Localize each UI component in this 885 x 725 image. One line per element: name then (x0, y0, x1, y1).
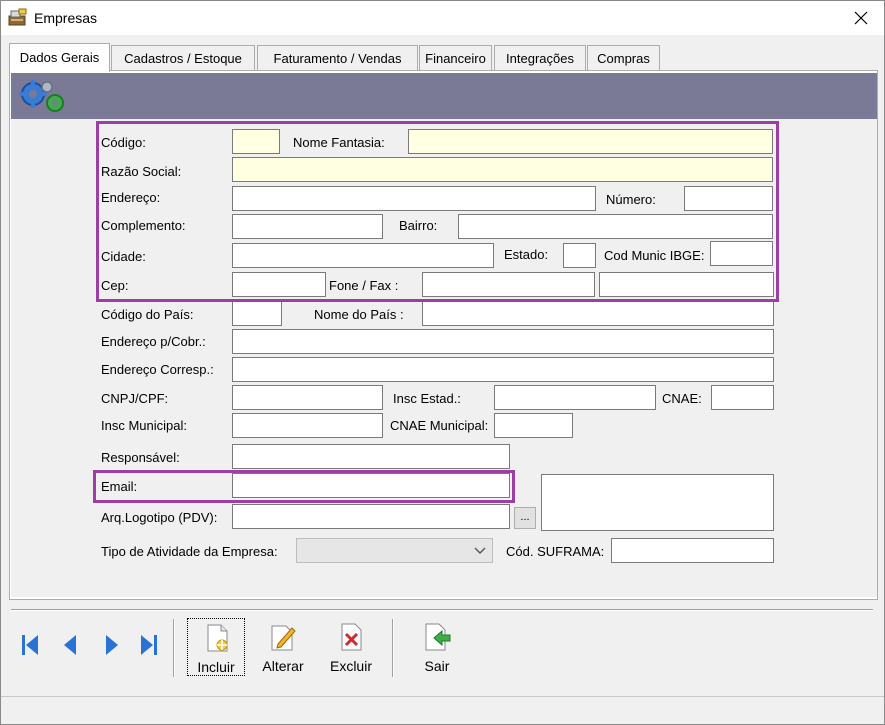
cash-register-icon (8, 8, 27, 26)
cnae-label: CNAE: (662, 391, 702, 406)
edit-pencil-icon (271, 625, 296, 651)
arq-logotipo-label: Arq.Logotipo (PDV): (101, 510, 218, 525)
toolbar-divider (173, 619, 175, 677)
close-icon (854, 11, 868, 24)
delete-document-icon (341, 623, 362, 651)
complemento-label: Complemento: (101, 218, 186, 233)
cod-suframa-label: Cód. SUFRAMA: (506, 544, 605, 559)
numero-label: Número: (606, 192, 656, 207)
bairro-label: Bairro: (399, 218, 438, 233)
cnae-municipal-input[interactable] (494, 413, 573, 438)
endereco-corresp-input[interactable] (232, 357, 774, 382)
previous-record-icon[interactable] (59, 631, 81, 659)
tab-cadastros-estoque[interactable]: Cadastros / Estoque (111, 45, 255, 71)
tab-financeiro[interactable]: Financeiro (419, 45, 492, 71)
exit-door-icon (425, 623, 451, 651)
numero-input[interactable] (684, 186, 773, 211)
gears-icon (19, 80, 64, 112)
last-record-icon[interactable] (138, 631, 160, 659)
status-bar (1, 696, 884, 724)
empresas-window: Empresas Dados Gerais Cadastros / Estoqu… (0, 0, 885, 725)
fax-input[interactable] (599, 272, 774, 297)
cnpj-cpf-label: CNPJ/CPF: (101, 391, 169, 406)
nome-pais-label: Nome do País : (314, 307, 404, 322)
endereco-corresp-label: Endereço Corresp.: (101, 362, 214, 377)
alterar-button[interactable]: Alterar (254, 618, 312, 676)
next-record-icon[interactable] (101, 631, 123, 659)
email-input[interactable] (232, 473, 510, 498)
excluir-label: Excluir (329, 658, 372, 674)
email-label: Email: (101, 479, 138, 494)
insc-estad-input[interactable] (494, 385, 656, 410)
tipo-atividade-select[interactable] (296, 538, 493, 563)
cnae-input[interactable] (711, 385, 774, 410)
codigo-pais-label: Código do País: (101, 307, 194, 322)
endereco-input[interactable] (232, 186, 596, 211)
cep-label: Cep: (101, 278, 129, 293)
fone-input[interactable] (422, 272, 595, 297)
nome-fantasia-label: Nome Fantasia: (293, 135, 385, 150)
razao-social-input[interactable] (232, 157, 773, 182)
tab-integracoes[interactable]: Integrações (494, 45, 586, 71)
insc-estad-label: Insc Estad.: (393, 391, 461, 406)
estado-label: Estado: (504, 247, 549, 262)
cidade-input[interactable] (232, 243, 494, 268)
endereco-cobr-input[interactable] (232, 329, 774, 354)
first-record-icon[interactable] (19, 631, 41, 659)
title-bar: Empresas (1, 1, 884, 35)
sair-button[interactable]: Sair (408, 618, 466, 676)
tab-dados-gerais[interactable]: Dados Gerais (9, 43, 110, 72)
endereco-cobr-label: Endereço p/Cobr.: (101, 334, 206, 349)
window-title: Empresas (34, 10, 98, 26)
codigo-input[interactable] (232, 129, 280, 154)
nome-pais-input[interactable] (422, 301, 774, 326)
endereco-label: Endereço: (101, 190, 161, 205)
complemento-input[interactable] (232, 214, 383, 239)
insc-municipal-label: Insc Municipal: (101, 418, 187, 433)
header-banner (11, 73, 877, 119)
razao-social-label: Razão Social: (101, 164, 182, 179)
close-button[interactable] (838, 1, 884, 34)
logo-preview (541, 474, 774, 531)
cnpj-cpf-input[interactable] (232, 385, 383, 410)
sair-label: Sair (424, 658, 450, 674)
tab-faturamento-vendas[interactable]: Faturamento / Vendas (257, 45, 418, 71)
responsavel-label: Responsável: (101, 450, 180, 465)
responsavel-input[interactable] (232, 444, 510, 469)
cep-input[interactable] (232, 272, 326, 297)
chevron-down-icon (474, 547, 486, 554)
new-document-icon (207, 624, 228, 652)
insc-municipal-input[interactable] (232, 413, 383, 438)
cod-suframa-input[interactable] (611, 538, 774, 563)
excluir-button[interactable]: Excluir (322, 618, 380, 676)
codigo-pais-input[interactable] (232, 301, 282, 326)
cod-munic-ibge-label: Cod Munic IBGE: (604, 248, 705, 263)
cnae-municipal-label: CNAE Municipal: (390, 418, 489, 433)
cod-munic-ibge-input[interactable] (710, 241, 773, 266)
fone-fax-label: Fone / Fax : (329, 278, 399, 293)
alterar-label: Alterar (262, 658, 304, 674)
nome-fantasia-input[interactable] (408, 129, 773, 154)
estado-input[interactable] (563, 243, 596, 268)
codigo-label: Código: (101, 135, 146, 150)
toolbar-separator (11, 609, 873, 611)
tipo-atividade-label: Tipo de Atividade da Empresa: (101, 544, 278, 559)
tab-compras[interactable]: Compras (587, 45, 660, 71)
bairro-input[interactable] (458, 214, 773, 239)
cidade-label: Cidade: (101, 249, 146, 264)
incluir-button[interactable]: Incluir (187, 618, 245, 676)
incluir-label: Incluir (197, 659, 235, 675)
browse-logo-button[interactable]: ... (514, 507, 536, 529)
toolbar-divider (392, 619, 394, 677)
arq-logotipo-input[interactable] (232, 504, 510, 529)
